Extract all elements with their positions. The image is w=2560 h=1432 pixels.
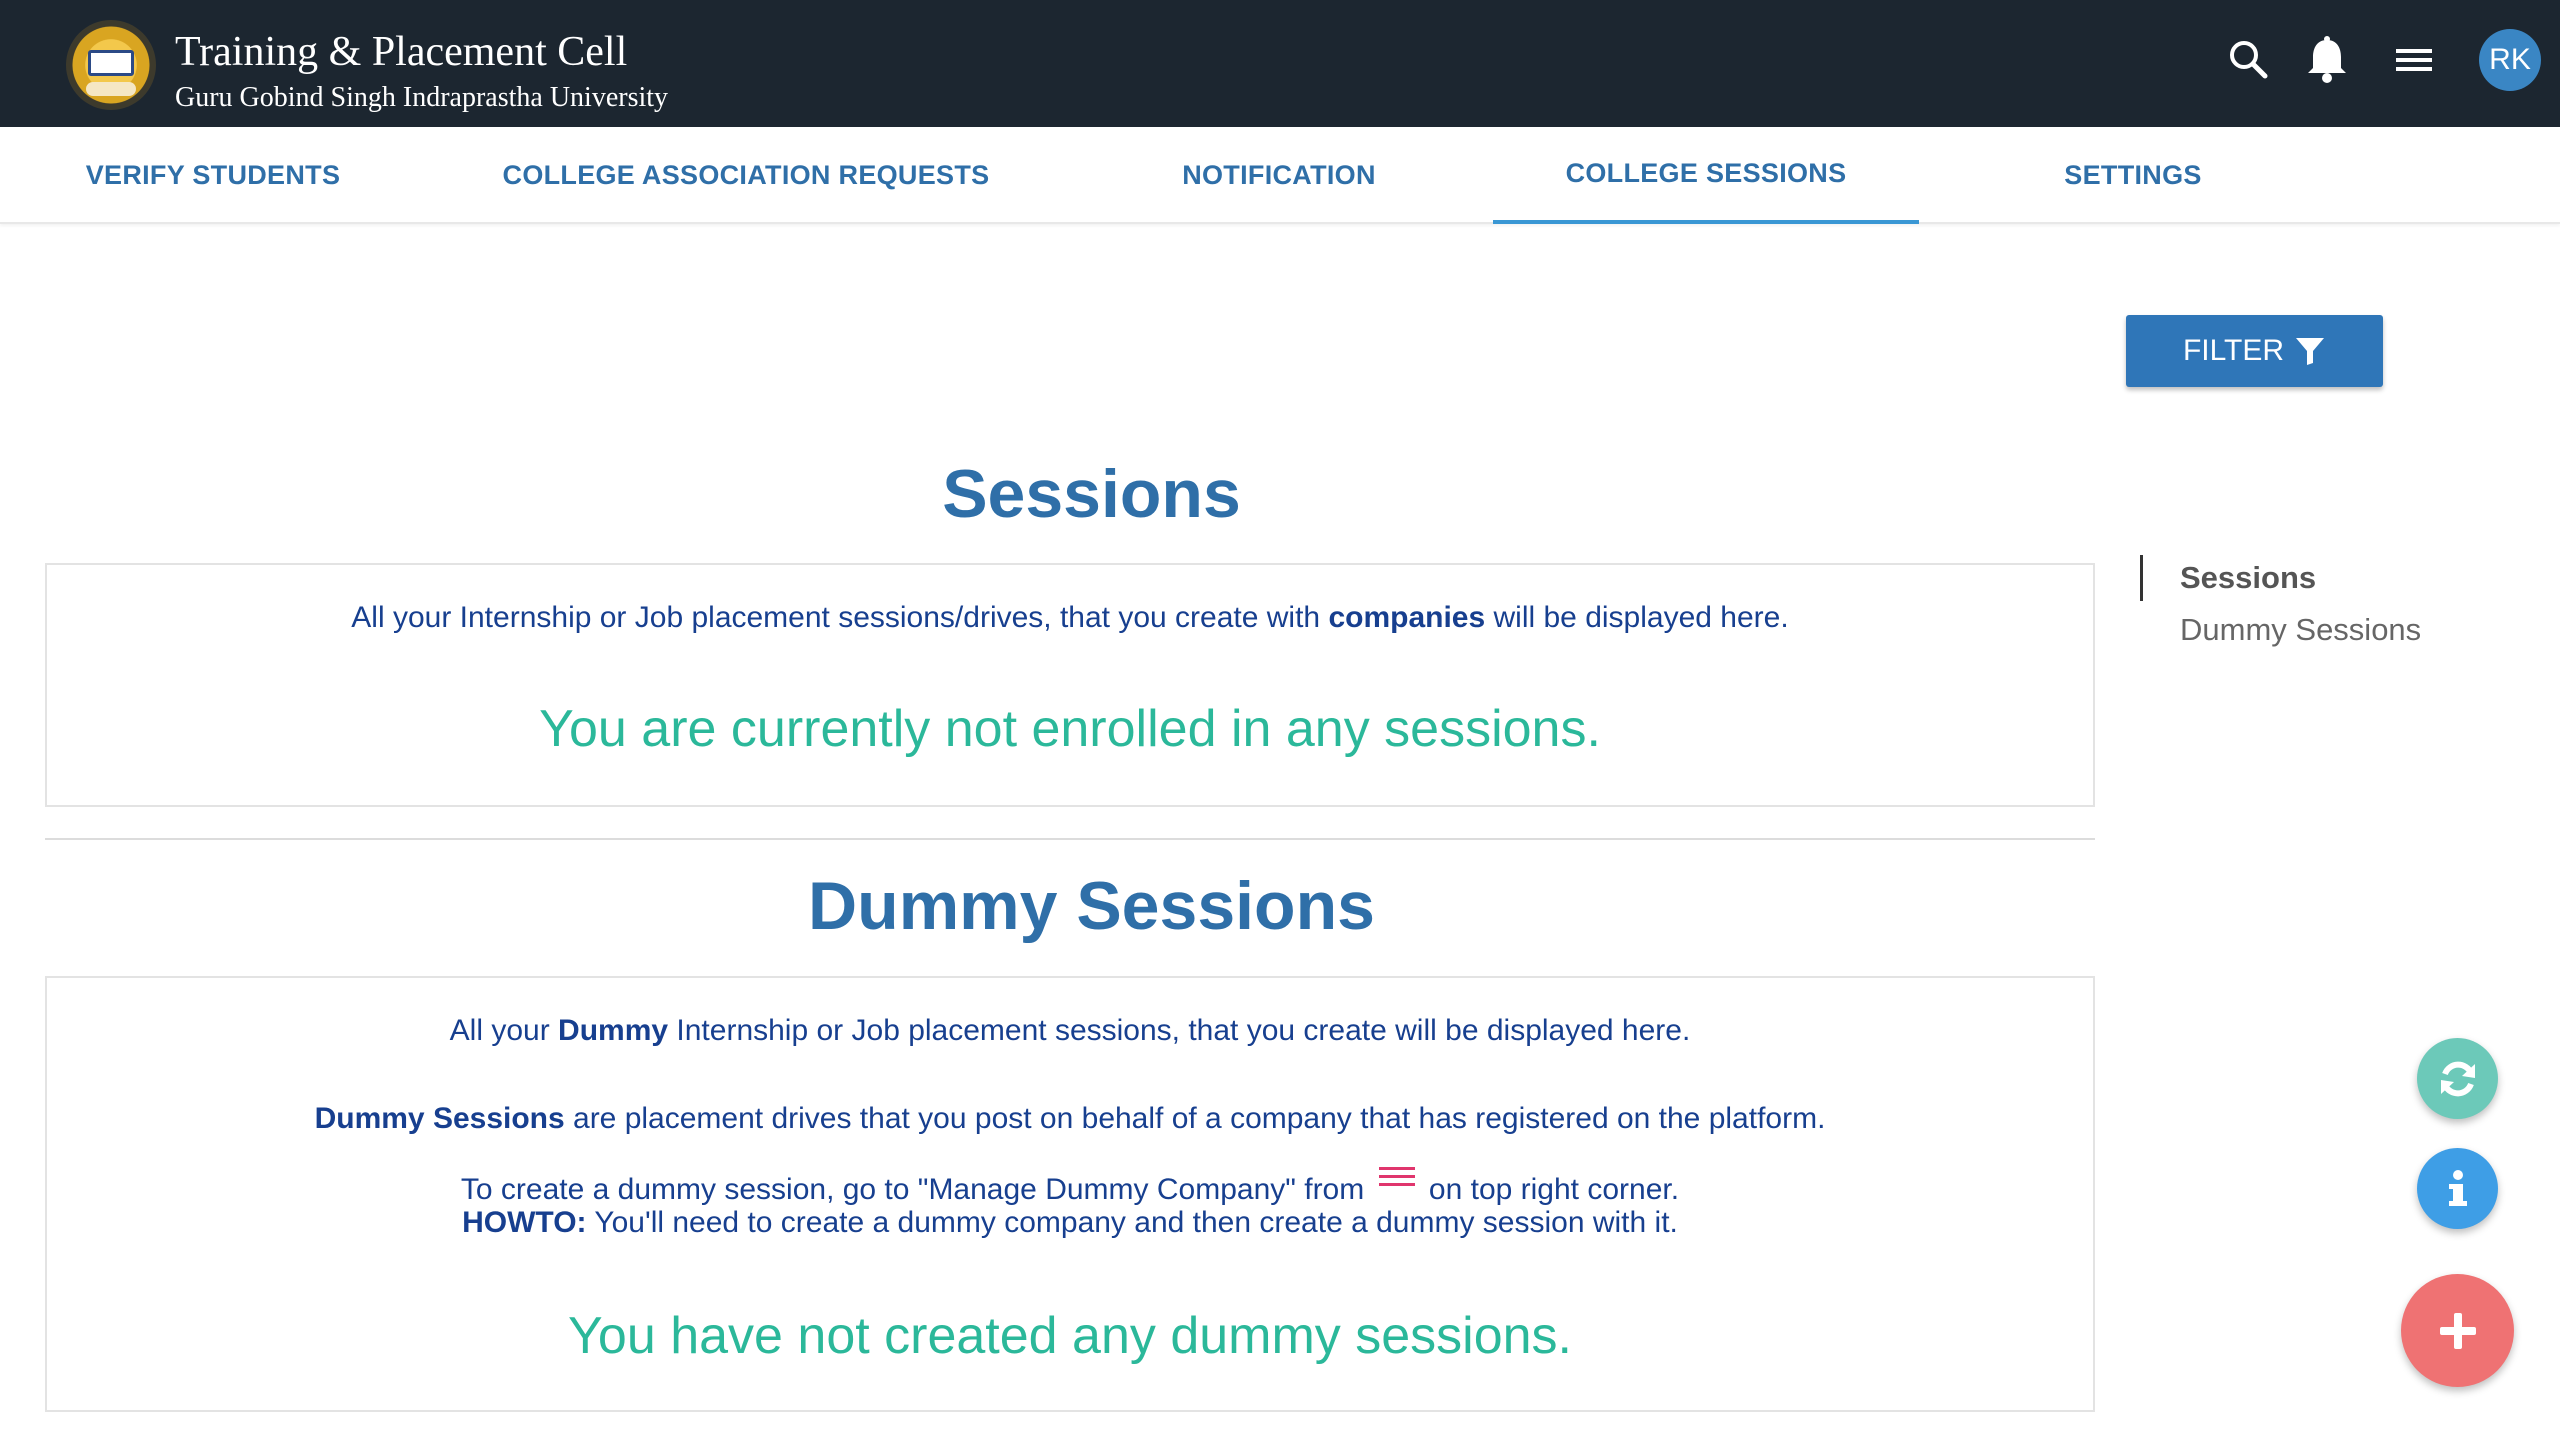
dummy-description-line2: Dummy Sessions are placement drives that… [314,1102,1826,1135]
top-navbar: Training & Placement Cell Guru Gobind Si… [0,0,2560,127]
app-subtitle: Guru Gobind Singh Indraprastha Universit… [175,82,669,113]
section-nav-dummy-sessions[interactable]: Dummy Sessions [2180,612,2421,648]
section-divider [45,838,2095,840]
menu-icon[interactable] [2384,30,2444,90]
info-button[interactable] [2417,1148,2498,1229]
app-title[interactable]: Training & Placement Cell [175,28,627,76]
sessions-description: All your Internship or Job placement ses… [351,601,1789,634]
add-button[interactable] [2401,1274,2514,1387]
dummy-description-line1: All your Dummy Internship or Job placeme… [449,1014,1691,1047]
sessions-heading: Sessions [942,456,1241,532]
dummy-description-line4: HOWTO: You'll need to create a dummy com… [462,1206,1678,1239]
tab-bar: VERIFY STUDENTS COLLEGE ASSOCIATION REQU… [0,127,2560,224]
dummy-description-line3: To create a dummy session, go to "Manage… [47,1161,2093,1207]
tab-notification[interactable]: NOTIFICATION [1150,127,1408,224]
filter-button[interactable]: FILTER [2126,315,2383,387]
tab-settings[interactable]: SETTINGS [2015,127,2251,224]
section-nav-sessions[interactable]: Sessions [2180,560,2316,596]
bell-icon[interactable] [2297,30,2357,90]
refresh-icon [2440,1061,2475,1096]
filter-button-label: FILTER [2182,334,2285,367]
user-avatar[interactable]: RK [2479,29,2541,91]
menu-icon-inline [1378,1167,1415,1186]
dummy-sessions-empty-message: You have not created any dummy sessions. [568,1307,1572,1365]
tab-college-sessions[interactable]: COLLEGE SESSIONS [1493,127,1919,224]
tab-verify-students[interactable]: VERIFY STUDENTS [48,127,378,224]
tab-college-association-requests[interactable]: COLLEGE ASSOCIATION REQUESTS [480,127,1012,224]
search-icon[interactable] [2219,30,2279,90]
refresh-button[interactable] [2417,1038,2498,1119]
sessions-card: All your Internship or Job placement ses… [45,563,2095,807]
dummy-sessions-card: All your Dummy Internship or Job placeme… [45,976,2095,1412]
info-icon [2448,1169,2467,1206]
dummy-sessions-heading: Dummy Sessions [808,868,1375,944]
sessions-empty-message: You are currently not enrolled in any se… [539,700,1601,758]
section-nav-indicator [2140,555,2143,601]
add-icon [2439,1312,2476,1349]
university-logo[interactable] [66,20,156,110]
filter-icon [2296,338,2325,365]
